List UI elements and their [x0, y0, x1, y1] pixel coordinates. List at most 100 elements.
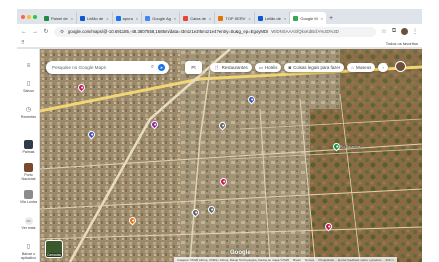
maps-sidebar: ≡ ▯ Salvos ◷ Recentes Palmas Porto Nacio…: [17, 49, 40, 262]
close-tab-icon[interactable]: ×: [321, 16, 323, 21]
tab-label: TOP SERV: [225, 15, 246, 21]
directions-button[interactable]: ➤: [158, 64, 165, 71]
bookmark-icon: ▯: [26, 81, 31, 87]
close-tab-icon[interactable]: ×: [71, 16, 73, 21]
camera-icon: ◙: [288, 65, 292, 70]
forward-icon[interactable]: →: [32, 29, 38, 35]
extensions-icon[interactable]: ⧉: [391, 28, 397, 35]
favicon-icon: [115, 15, 121, 21]
hamburger-menu-icon[interactable]: ≡: [27, 63, 31, 70]
address-bar[interactable]: ⚙ google.com/maps/@-10.691185,-48.380755…: [54, 26, 376, 37]
privacy-link[interactable]: Privacidade: [318, 258, 334, 262]
feedback-link[interactable]: Enviar feedback sobre o produto: [338, 258, 381, 262]
favicon-icon: [293, 15, 299, 21]
chip-hoteis[interactable]: ▭ Hotéis: [254, 63, 282, 72]
sidebar-item-vila-lontra[interactable]: Vila Lontra: [17, 190, 40, 204]
sidebar-item-salvos[interactable]: ▯ Salvos: [17, 81, 40, 93]
favicon-icon: [257, 15, 263, 21]
sidebar-item-recentes[interactable]: ◷ Recentes: [17, 107, 40, 119]
tab-label: Google Ag: [152, 15, 171, 21]
attribution-bar: Imagens ©2025 Airbus, CNES / Airbus, Max…: [174, 257, 397, 262]
all-bookmarks-link[interactable]: Todos os favoritos: [386, 41, 418, 46]
browser-tab[interactable]: apura ×: [113, 12, 143, 24]
tab-label: Leilão de: [87, 15, 104, 21]
sidebar-item-ver-mais[interactable]: ••• Ver mais: [17, 217, 40, 230]
google-apps-icon[interactable]: ⠿: [383, 63, 387, 70]
pin-dot: [222, 180, 226, 183]
museum-icon: ⌂: [351, 65, 354, 70]
region-link[interactable]: Brasil: [293, 258, 301, 262]
close-tab-icon[interactable]: ×: [209, 16, 211, 21]
minimize-window-button[interactable]: [27, 15, 31, 19]
close-tab-icon[interactable]: ×: [106, 16, 108, 21]
bookmarks-bar: ⠿ Todos os favoritos: [17, 39, 422, 48]
site-info-icon[interactable]: ⚙: [59, 29, 65, 35]
satellite-map[interactable]: ⌕ ➤ Pt 🍴Restaurantes ▭Hotéis ◙Coisas leg…: [40, 49, 422, 262]
category-chips: 🍴 Restaurantes ▭ Hotéis ◙ Coisas legais par…: [210, 63, 388, 72]
scale-bar[interactable]: 200 m: [386, 258, 394, 262]
close-tab-icon[interactable]: ×: [136, 16, 138, 21]
pin-dot: [153, 123, 157, 126]
history-icon: ◷: [25, 107, 32, 113]
star-icon[interactable]: ☆: [381, 28, 387, 35]
search-icon[interactable]: ⌕: [151, 64, 154, 71]
browser-tab[interactable]: Leilão de ×: [77, 12, 113, 24]
browser-tab[interactable]: Painel de ×: [41, 12, 78, 24]
place-thumbnail: [24, 190, 33, 199]
more-icon: •••: [24, 217, 33, 225]
maximize-window-button[interactable]: [33, 15, 37, 19]
language-button[interactable]: Pt: [185, 61, 202, 74]
sidebar-item-porto-nacional[interactable]: Porto Nacional: [17, 163, 40, 181]
browser-tab[interactable]: Google M ×: [290, 12, 327, 24]
sidebar-item-label: Porto Nacional: [21, 173, 36, 182]
back-icon[interactable]: ←: [21, 29, 27, 35]
new-tab-button[interactable]: +: [326, 15, 336, 24]
chip-label: Restaurantes: [221, 65, 248, 70]
reload-icon[interactable]: ↻: [43, 28, 49, 35]
chip-label: Museus: [356, 65, 372, 70]
close-window-button[interactable]: [21, 15, 25, 19]
close-tab-icon[interactable]: ×: [174, 16, 176, 21]
tab-label: Painel de: [51, 15, 68, 21]
terms-link[interactable]: Termos: [305, 258, 315, 262]
pin-dot: [131, 219, 135, 222]
chip-museus[interactable]: ⌂ Museus: [347, 63, 376, 72]
sidebar-item-label: Vila Lontra: [19, 200, 38, 204]
browser-tab[interactable]: Leilão de ×: [255, 12, 291, 24]
chip-label: Coisas legais para fazer: [293, 65, 341, 70]
menu-icon[interactable]: ⋮: [412, 28, 418, 35]
screenshot-frame: Painel de × Leilão de × apura × Google Ag × Caix…: [0, 0, 439, 262]
close-tab-icon[interactable]: ×: [284, 16, 286, 21]
chip-restaurantes[interactable]: 🍴 Restaurantes: [210, 63, 252, 72]
tab-label: Caixa de: [190, 15, 207, 21]
layers-button[interactable]: Camadas: [45, 240, 63, 258]
sidebar-item-palmas[interactable]: Palmas: [17, 140, 40, 154]
browser-tab[interactable]: Caixa de ×: [180, 12, 216, 24]
pin-dot: [194, 211, 198, 214]
favicon-icon: [145, 15, 151, 21]
sidebar-menu[interactable]: ≡: [17, 63, 40, 70]
chip-coisas-legais[interactable]: ◙ Coisas legais para fazer: [284, 63, 345, 72]
browser-tab[interactable]: TOP SERV ×: [215, 12, 255, 24]
favicon-icon: [44, 15, 49, 21]
profile-avatar[interactable]: [401, 28, 408, 35]
tab-list: Painel de × Leilão de × apura × Google Ag × Caix…: [41, 12, 327, 24]
sidebar-item-label: Baixar o aplicativo: [21, 252, 36, 261]
tab-label: Leilão de: [264, 15, 281, 21]
place-thumbnail: [24, 163, 33, 172]
chip-label: Hotéis: [265, 65, 278, 70]
layers-label: Camadas: [46, 253, 62, 257]
toolbar-actions: ☆ ⧉ ⋮: [381, 28, 418, 35]
window-controls: [17, 15, 41, 24]
user-avatar[interactable]: [395, 61, 406, 72]
browser-tab[interactable]: Google Ag ×: [142, 12, 181, 24]
apps-icon[interactable]: ⠿: [21, 40, 25, 46]
search-box[interactable]: ⌕ ➤: [46, 61, 169, 74]
close-tab-icon[interactable]: ×: [248, 16, 250, 21]
pin-dot: [327, 225, 331, 228]
sidebar-item-baixar-app[interactable]: ▯ Baixar o aplicativo: [17, 244, 40, 260]
search-input[interactable]: [52, 65, 147, 70]
sidebar-item-label: Palmas: [22, 150, 35, 154]
fork-knife-icon: 🍴: [214, 64, 220, 70]
favicon-icon: [218, 15, 224, 21]
